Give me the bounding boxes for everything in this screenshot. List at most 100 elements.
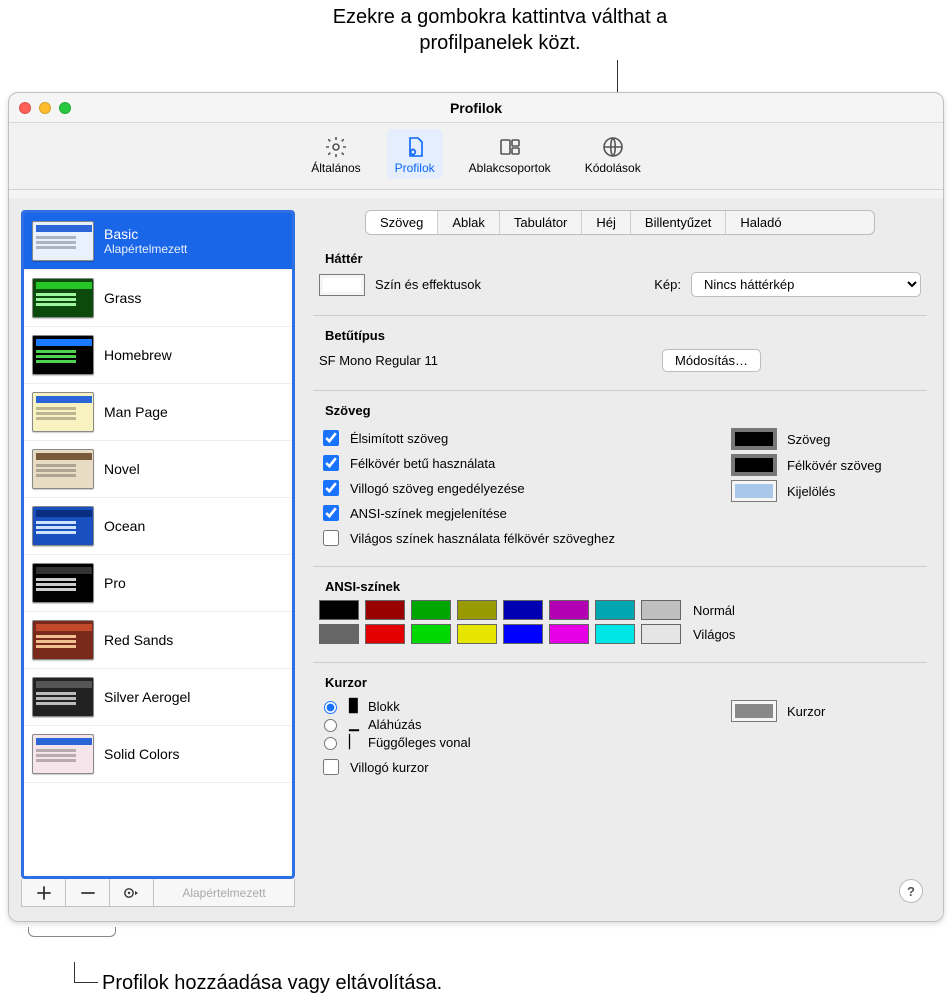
profile-row[interactable]: BasicAlapértelmezett	[24, 213, 292, 270]
profile-name: Solid Colors	[104, 746, 179, 762]
set-default-button[interactable]: Alapértelmezett	[154, 879, 294, 906]
tab-advanced[interactable]: Haladó	[726, 211, 795, 234]
profile-row[interactable]: Solid Colors	[24, 726, 292, 783]
divider	[313, 662, 927, 663]
ansi-color-swatch[interactable]	[319, 600, 359, 620]
divider	[313, 315, 927, 316]
ansi-color-swatch[interactable]	[641, 624, 681, 644]
profile-row[interactable]: Silver Aerogel	[24, 669, 292, 726]
profile-row[interactable]: Homebrew	[24, 327, 292, 384]
tab-keyboard[interactable]: Billentyűzet	[631, 211, 726, 234]
ansi-color-swatch[interactable]	[365, 600, 405, 620]
profile-name: Basic	[104, 226, 187, 242]
background-image-popup[interactable]: Nincs háttérkép	[691, 272, 921, 297]
vbar-glyph: ▏	[348, 734, 360, 750]
preferences-toolbar: Általános Profilok Ablakcsoportok Kódolá…	[9, 123, 943, 190]
blink-cursor-checkbox[interactable]	[323, 759, 339, 775]
ansi-color-swatch[interactable]	[549, 600, 589, 620]
profile-thumbnail	[32, 620, 94, 660]
ansi-color-swatch[interactable]	[411, 624, 451, 644]
ansi-color-swatch[interactable]	[457, 600, 497, 620]
color-effects-label: Szín és effektusok	[375, 277, 481, 292]
bold-color-label: Félkövér szöveg	[787, 458, 882, 473]
profile-row[interactable]: Novel	[24, 441, 292, 498]
tab-window[interactable]: Ablak	[438, 211, 500, 234]
profile-actions-button[interactable]	[110, 879, 154, 906]
profile-name: Man Page	[104, 404, 168, 420]
profile-detail-panel: Szöveg Ablak Tabulátor Héj Billentyűzet …	[309, 210, 931, 907]
ansi-color-swatch[interactable]	[641, 600, 681, 620]
profile-name: Red Sands	[104, 632, 173, 648]
text-color-swatch[interactable]	[731, 428, 777, 450]
window-title: Profilok	[9, 100, 943, 116]
bright-bold-label: Világos színek használata félkövér szöve…	[350, 531, 615, 546]
profile-tabbar: Szöveg Ablak Tabulátor Héj Billentyűzet …	[365, 210, 875, 235]
ansi-color-swatch[interactable]	[365, 624, 405, 644]
antialias-checkbox[interactable]	[323, 430, 339, 446]
tab-shell[interactable]: Héj	[582, 211, 631, 234]
bright-bold-checkbox[interactable]	[323, 530, 339, 546]
cursor-underline-radio[interactable]	[324, 719, 337, 732]
ansi-color-swatch[interactable]	[411, 600, 451, 620]
cursor-block-label: Blokk	[368, 699, 400, 714]
image-label: Kép:	[654, 277, 681, 292]
help-button[interactable]: ?	[899, 879, 923, 903]
ansi-color-swatch[interactable]	[457, 624, 497, 644]
add-profile-button[interactable]	[22, 879, 66, 906]
ansi-color-swatch[interactable]	[503, 624, 543, 644]
profile-name: Grass	[104, 290, 141, 306]
cursor-color-label: Kurzor	[787, 704, 825, 719]
ansi-color-swatch[interactable]	[319, 624, 359, 644]
ansi-colors-checkbox[interactable]	[323, 505, 339, 521]
background-color-swatch[interactable]	[319, 274, 365, 296]
selection-color-swatch[interactable]	[731, 480, 777, 502]
antialias-label: Élsimított szöveg	[350, 431, 448, 446]
toolbar-label: Kódolások	[585, 161, 641, 175]
cursor-heading: Kurzor	[325, 675, 921, 690]
blink-text-checkbox[interactable]	[323, 480, 339, 496]
font-heading: Betűtípus	[325, 328, 921, 343]
cursor-vbar-radio[interactable]	[324, 737, 337, 750]
profile-list[interactable]: BasicAlapértelmezett Grass Homebrew Man Pag…	[21, 210, 295, 879]
profile-thumbnail	[32, 677, 94, 717]
profile-row[interactable]: Red Sands	[24, 612, 292, 669]
profile-row[interactable]: Pro	[24, 555, 292, 612]
bold-color-swatch[interactable]	[731, 454, 777, 476]
remove-profile-button[interactable]	[66, 879, 110, 906]
text-color-label: Szöveg	[787, 432, 830, 447]
cursor-block-radio[interactable]	[324, 701, 337, 714]
bold-fonts-checkbox[interactable]	[323, 455, 339, 471]
profile-subtitle: Alapértelmezett	[104, 242, 187, 256]
profile-row[interactable]: Ocean	[24, 498, 292, 555]
toolbar-encodings[interactable]: Kódolások	[577, 129, 649, 179]
toolbar-window-groups[interactable]: Ablakcsoportok	[461, 129, 559, 179]
toolbar-general[interactable]: Általános	[303, 129, 368, 179]
profile-row[interactable]: Grass	[24, 270, 292, 327]
profile-name: Ocean	[104, 518, 145, 534]
text-heading: Szöveg	[325, 403, 921, 418]
block-glyph: ▉	[348, 698, 360, 714]
profile-row[interactable]: Man Page	[24, 384, 292, 441]
profile-name: Silver Aerogel	[104, 689, 190, 705]
profile-sidebar: BasicAlapértelmezettGrassHomebrewMan Pag…	[21, 210, 295, 907]
ansi-color-swatch[interactable]	[595, 600, 635, 620]
profile-name: Novel	[104, 461, 140, 477]
toolbar-profiles[interactable]: Profilok	[387, 129, 443, 179]
tab-tabulator[interactable]: Tabulátor	[500, 211, 582, 234]
font-value: SF Mono Regular 11	[319, 353, 438, 368]
profile-name: Pro	[104, 575, 126, 591]
change-font-button[interactable]: Módosítás…	[662, 349, 761, 372]
ansi-color-swatch[interactable]	[503, 600, 543, 620]
callout-bracket	[28, 927, 116, 937]
divider	[313, 390, 927, 391]
preferences-window: Profilok Általános Profilok Ablakcsoport…	[8, 92, 944, 922]
cursor-color-swatch[interactable]	[731, 700, 777, 722]
profile-thumbnail	[32, 506, 94, 546]
toolbar-label: Ablakcsoportok	[469, 161, 551, 175]
tab-text[interactable]: Szöveg	[366, 211, 438, 234]
profile-thumbnail	[32, 734, 94, 774]
callout-top-text: Ezekre a gombokra kattintva válthat a pr…	[300, 4, 700, 56]
callout-line	[74, 962, 98, 983]
ansi-color-swatch[interactable]	[595, 624, 635, 644]
ansi-color-swatch[interactable]	[549, 624, 589, 644]
